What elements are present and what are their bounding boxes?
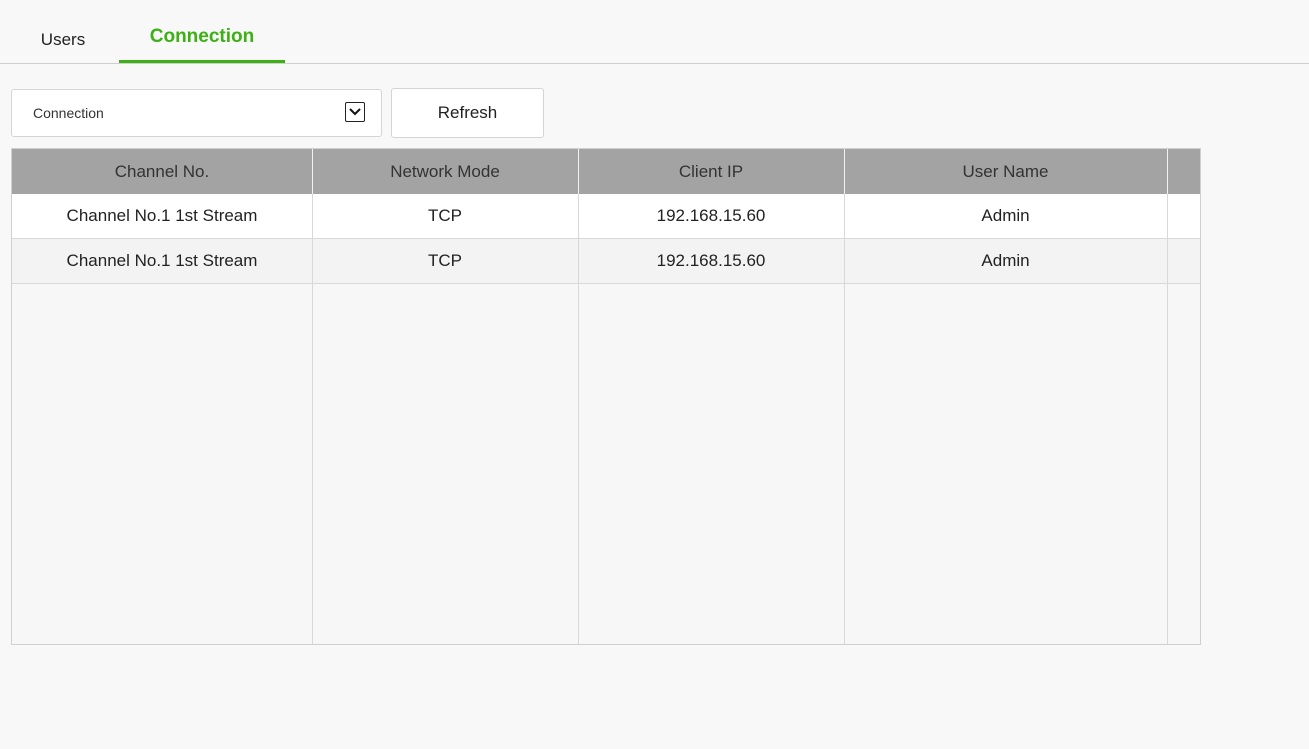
cell-channel-no: Channel No.1 1st Stream <box>66 251 258 270</box>
column-divider <box>312 194 313 644</box>
table-row[interactable]: Channel No.1 1st Stream TCP 192.168.15.6… <box>12 194 1200 239</box>
cell-client-ip: 192.168.15.60 <box>656 251 766 270</box>
column-header-user-name: User Name <box>962 162 1049 181</box>
cell-network-mode: TCP <box>428 206 462 225</box>
column-header-channel-no: Channel No. <box>114 162 210 181</box>
header-divider <box>578 149 579 194</box>
cell-client-ip: 192.168.15.60 <box>656 206 766 225</box>
chevron-down-icon[interactable] <box>345 102 365 122</box>
cell-network-mode: TCP <box>428 251 462 270</box>
column-divider <box>844 194 845 644</box>
column-header-client-ip: Client IP <box>678 162 744 181</box>
tab-users[interactable]: Users <box>26 0 100 63</box>
cell-user-name: Admin <box>981 206 1030 225</box>
refresh-button[interactable]: Refresh <box>391 88 544 138</box>
header-divider <box>844 149 845 194</box>
column-divider <box>578 194 579 644</box>
connection-type-select[interactable]: Connection <box>11 89 382 137</box>
column-header-extra <box>1167 149 1200 194</box>
column-header-network-mode: Network Mode <box>390 162 500 181</box>
cell-channel-no: Channel No.1 1st Stream <box>66 206 258 225</box>
cell-user-name: Admin <box>981 251 1030 270</box>
column-divider <box>1167 194 1168 644</box>
tab-connection[interactable]: Connection <box>119 0 285 63</box>
tab-bar: Users Connection <box>0 0 1309 64</box>
table-header: Channel No. Network Mode Client IP User … <box>12 149 1200 194</box>
header-divider <box>312 149 313 194</box>
table-row[interactable]: Channel No.1 1st Stream TCP 192.168.15.6… <box>12 239 1200 284</box>
header-divider <box>1167 149 1168 194</box>
select-value: Connection <box>33 105 104 121</box>
connection-table: Channel No. Network Mode Client IP User … <box>11 148 1201 645</box>
